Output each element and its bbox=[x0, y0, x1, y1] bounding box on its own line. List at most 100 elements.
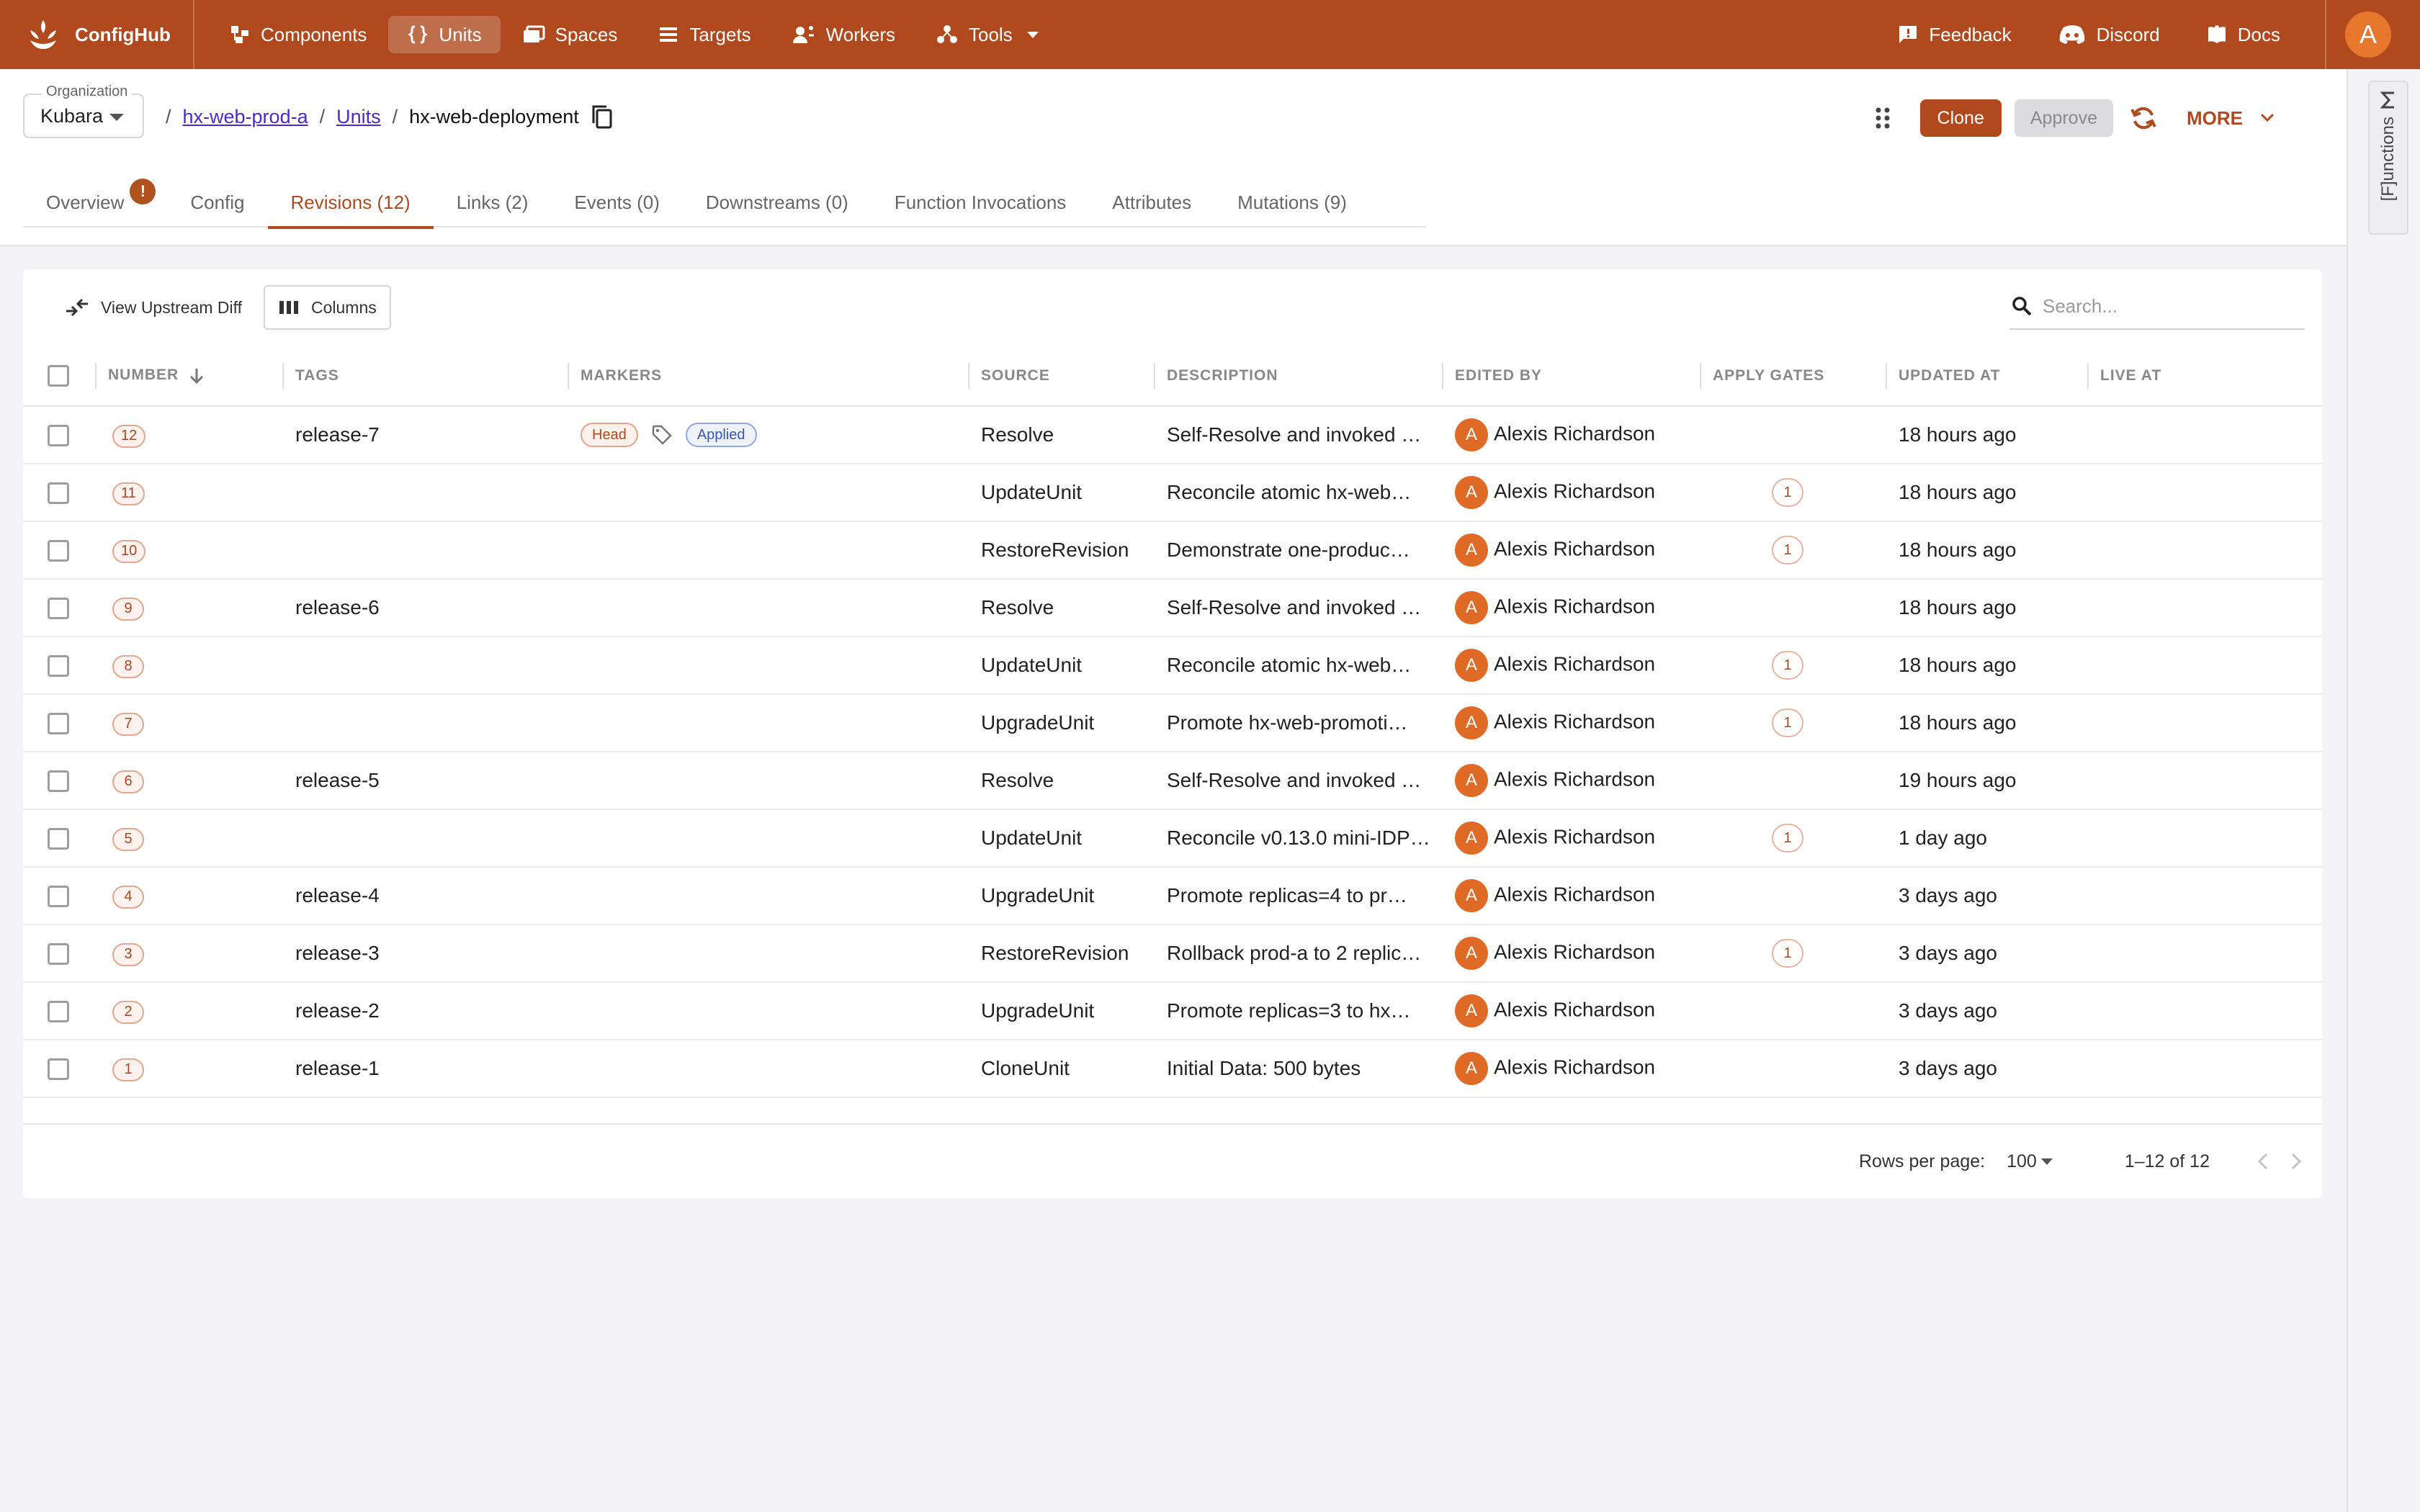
table-row[interactable]: 11 UpdateUnit Reconcile atomic hx-web… A Ale… bbox=[23, 464, 2322, 522]
nav-units[interactable]: Units bbox=[388, 16, 501, 53]
tab-overview[interactable]: Overview ! bbox=[23, 177, 156, 228]
revision-number-badge[interactable]: 11 bbox=[112, 482, 145, 505]
revision-number-badge[interactable]: 6 bbox=[112, 770, 144, 793]
edited-by-cell: A Alexis Richardson bbox=[1442, 464, 1700, 522]
apply-gate-badge[interactable]: 1 bbox=[1772, 708, 1803, 737]
table-row[interactable]: 12 release-7 Head Applied Resolve Self-Resolv… bbox=[23, 406, 2322, 464]
nav-feedback[interactable]: Feedback bbox=[1878, 16, 2030, 53]
editor-avatar: A bbox=[1455, 994, 1488, 1027]
nav-components[interactable]: Components bbox=[210, 16, 385, 53]
apply-gate-badge[interactable]: 1 bbox=[1772, 536, 1803, 564]
column-divider bbox=[1154, 363, 1155, 389]
breadcrumb-units-link[interactable]: Units bbox=[336, 106, 381, 128]
markers-cell bbox=[568, 867, 968, 925]
revision-number-badge[interactable]: 2 bbox=[112, 1000, 144, 1024]
tab-overview-label: Overview bbox=[46, 191, 125, 213]
revision-number-badge[interactable]: 9 bbox=[112, 597, 144, 621]
tab-attributes[interactable]: Attributes bbox=[1089, 177, 1214, 228]
table-row[interactable]: 8 UpdateUnit Reconcile atomic hx-web… A Alex… bbox=[23, 636, 2322, 695]
tab-function-invocations[interactable]: Function Invocations bbox=[871, 177, 1089, 228]
row-checkbox[interactable] bbox=[48, 828, 69, 850]
header-updated-at[interactable]: UPDATED AT bbox=[1886, 346, 2087, 407]
row-checkbox[interactable] bbox=[48, 425, 69, 447]
apps-grid-icon[interactable] bbox=[1874, 106, 1891, 130]
row-checkbox[interactable] bbox=[48, 943, 69, 966]
table-row[interactable]: 3 release-3 RestoreRevision Rollback prod-a… bbox=[23, 924, 2322, 983]
apply-gate-badge[interactable]: 1 bbox=[1772, 939, 1803, 968]
tab-config[interactable]: Config bbox=[167, 177, 267, 228]
revision-number-badge[interactable]: 5 bbox=[112, 827, 144, 851]
header-source[interactable]: SOURCE bbox=[968, 346, 1154, 407]
row-checkbox[interactable] bbox=[48, 482, 69, 505]
page-header: Organization Kubara / hx-web-prod-a / Un… bbox=[0, 69, 2347, 246]
apply-gate-badge[interactable]: 1 bbox=[1772, 824, 1803, 852]
header-markers[interactable]: MARKERS bbox=[568, 346, 968, 407]
table-row[interactable]: 10 RestoreRevision Demonstrate one-produc…… bbox=[23, 521, 2322, 580]
header-live-at[interactable]: LIVE AT bbox=[2087, 346, 2322, 407]
nav-targets[interactable]: Targets bbox=[639, 16, 769, 53]
header-edited-by[interactable]: EDITED BY bbox=[1442, 346, 1700, 407]
nav-docs[interactable]: Docs bbox=[2187, 16, 2299, 53]
nav-workers[interactable]: Workers bbox=[773, 16, 914, 53]
table-row[interactable]: 4 release-4 UpgradeUnit Promote replicas=4 … bbox=[23, 867, 2322, 925]
header-description[interactable]: DESCRIPTION bbox=[1154, 346, 1442, 407]
table-row[interactable]: 9 release-6 Resolve Self-Resolve and invoke… bbox=[23, 579, 2322, 637]
tab-downstreams[interactable]: Downstreams (0) bbox=[683, 177, 871, 228]
tab-events[interactable]: Events (0) bbox=[551, 177, 683, 228]
user-avatar[interactable]: A bbox=[2345, 12, 2391, 58]
revision-number-badge[interactable]: 3 bbox=[112, 942, 144, 966]
row-checkbox[interactable] bbox=[48, 1001, 69, 1023]
number-cell: 9 bbox=[95, 579, 282, 637]
rows-per-page-select[interactable]: 100 bbox=[2007, 1151, 2053, 1172]
editor-avatar: A bbox=[1455, 476, 1488, 509]
breadcrumb-separator: / bbox=[392, 105, 398, 127]
apply-gate-badge[interactable]: 1 bbox=[1772, 651, 1803, 680]
tab-links[interactable]: Links (2) bbox=[434, 177, 552, 228]
tab-mutations[interactable]: Mutations (9) bbox=[1214, 177, 1370, 228]
approve-button[interactable]: Approve bbox=[2014, 99, 2113, 137]
header-apply-gates[interactable]: APPLY GATES bbox=[1700, 346, 1886, 407]
revision-number-badge[interactable]: 8 bbox=[112, 654, 144, 678]
revision-number-badge[interactable]: 12 bbox=[112, 424, 146, 448]
table-row[interactable]: 5 UpdateUnit Reconcile v0.13.0 mini-IDP… A A… bbox=[23, 809, 2322, 868]
row-checkbox[interactable] bbox=[48, 540, 69, 562]
revision-number-badge[interactable]: 4 bbox=[112, 885, 144, 909]
table-row[interactable]: 7 UpgradeUnit Promote hx-web-promoti… A Alex… bbox=[23, 694, 2322, 752]
revision-number-badge[interactable]: 1 bbox=[112, 1058, 144, 1081]
row-checkbox[interactable] bbox=[48, 598, 69, 620]
previous-page-icon[interactable] bbox=[2256, 1152, 2270, 1171]
functions-panel-toggle[interactable]: [F]unctions bbox=[2368, 81, 2408, 235]
row-checkbox[interactable] bbox=[48, 655, 69, 678]
revision-number-badge[interactable]: 7 bbox=[112, 712, 144, 736]
pagination-range: 1–12 of 12 bbox=[2124, 1151, 2210, 1171]
row-checkbox[interactable] bbox=[48, 886, 69, 908]
search-input[interactable] bbox=[2043, 294, 2280, 318]
nav-discord[interactable]: Discord bbox=[2039, 16, 2179, 53]
apply-gate-badge[interactable]: 1 bbox=[1772, 478, 1803, 507]
select-all-checkbox[interactable] bbox=[48, 364, 69, 387]
more-menu-button[interactable]: MORE bbox=[2187, 107, 2275, 130]
table-row[interactable]: 1 release-1 CloneUnit Initial Data: 500 byt… bbox=[23, 1040, 2322, 1098]
row-checkbox[interactable] bbox=[48, 770, 69, 793]
table-row[interactable]: 6 release-5 Resolve Self-Resolve and invoke… bbox=[23, 752, 2322, 810]
refresh-icon[interactable] bbox=[2129, 105, 2158, 131]
view-upstream-diff-button[interactable]: View Upstream Diff bbox=[52, 285, 255, 330]
clone-button[interactable]: Clone bbox=[1919, 99, 2002, 137]
table-row[interactable]: 2 release-2 UpgradeUnit Promote replicas=3 … bbox=[23, 982, 2322, 1040]
nav-tools[interactable]: Tools bbox=[917, 16, 1057, 53]
row-checkbox[interactable] bbox=[48, 1058, 69, 1081]
next-page-icon[interactable] bbox=[2289, 1152, 2303, 1171]
tab-revisions[interactable]: Revisions (12) bbox=[267, 177, 434, 229]
row-select-cell bbox=[23, 1040, 95, 1098]
header-tags[interactable]: TAGS bbox=[282, 346, 568, 407]
breadcrumb-space-link[interactable]: hx-web-prod-a bbox=[183, 106, 308, 128]
brand[interactable]: ConfigHub bbox=[0, 0, 194, 69]
header-number[interactable]: NUMBER bbox=[95, 346, 282, 407]
nav-spaces[interactable]: Spaces bbox=[503, 16, 637, 53]
revision-number-badge[interactable]: 10 bbox=[112, 539, 146, 563]
columns-button[interactable]: Columns bbox=[264, 285, 391, 330]
copy-icon[interactable] bbox=[591, 104, 614, 130]
markers-cell bbox=[568, 1040, 968, 1098]
row-checkbox[interactable] bbox=[48, 713, 69, 735]
organization-select[interactable]: Organization Kubara bbox=[23, 84, 144, 138]
